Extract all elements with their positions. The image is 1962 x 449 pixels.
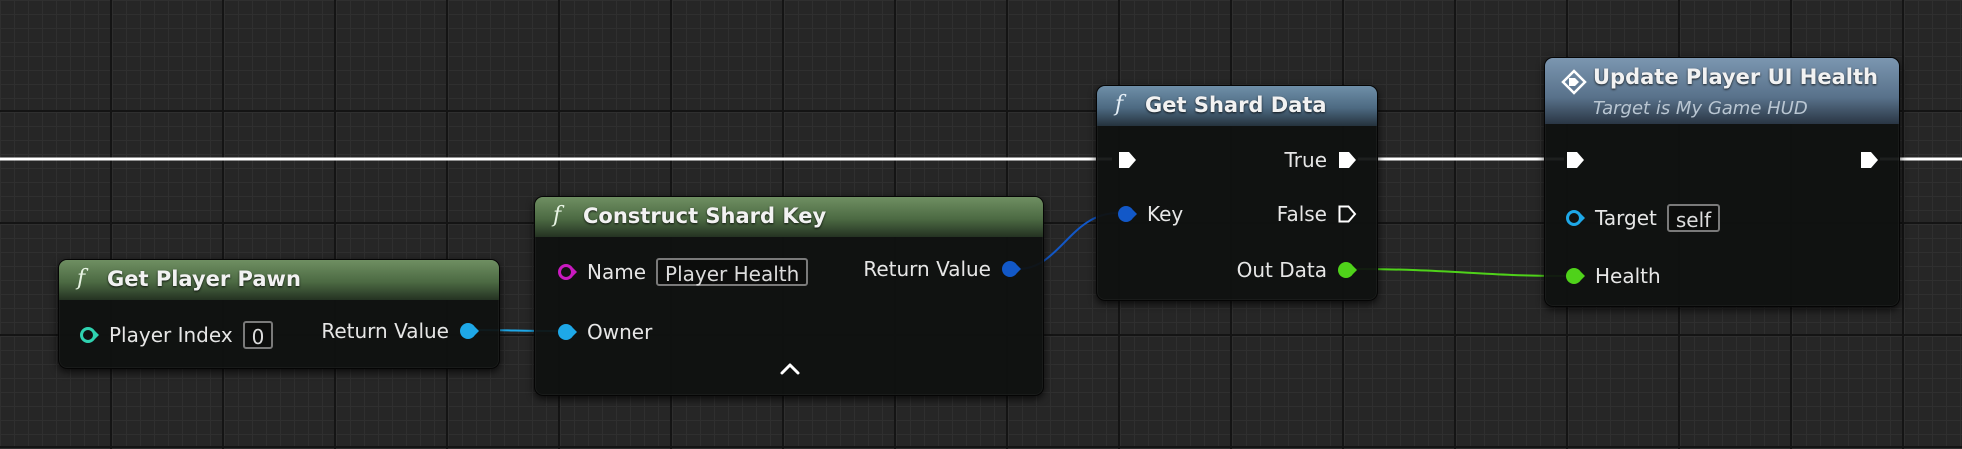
function-icon: f	[1115, 92, 1124, 117]
pin-row-exec-out	[1859, 145, 1879, 175]
node-title: Update Player UI Health	[1593, 65, 1878, 89]
integer-pin-icon[interactable]	[79, 325, 99, 345]
target-field[interactable]: self	[1666, 204, 1721, 232]
float-pin-icon[interactable]	[1337, 260, 1357, 280]
struct-pin-icon[interactable]	[1117, 204, 1137, 224]
float-pin-icon[interactable]	[1565, 266, 1585, 286]
player-index-field[interactable]: 0	[242, 321, 274, 349]
pin-row-target: Target self	[1565, 203, 1721, 233]
pin-row-return-value: Return Value	[863, 254, 1021, 284]
pin-row-health: Health	[1565, 261, 1661, 291]
pin-row-key: Key	[1117, 199, 1183, 229]
pin-label: Out Data	[1236, 258, 1327, 282]
pin-row-return-value: Return Value	[321, 316, 479, 346]
object-pin-icon[interactable]	[459, 321, 479, 341]
object-pin-icon[interactable]	[1565, 208, 1585, 228]
node-subtitle: Target is My Game HUD	[1593, 98, 1808, 119]
node-get-shard-data[interactable]: f Get Shard Data True Key False Out Data	[1096, 85, 1378, 301]
chevron-up-icon[interactable]	[775, 357, 805, 381]
exec-pin-icon[interactable]	[1565, 150, 1585, 170]
node-get-player-pawn[interactable]: f Get Player Pawn Player Index 0 Return …	[58, 259, 500, 369]
node-header[interactable]: f Construct Shard Key	[535, 197, 1043, 237]
pin-label: Owner	[587, 320, 653, 344]
node-construct-shard-key[interactable]: f Construct Shard Key Name Player Health…	[534, 196, 1044, 396]
exec-pin-icon[interactable]	[1337, 204, 1357, 224]
function-icon: f	[553, 203, 562, 228]
pin-row-owner: Owner	[557, 317, 652, 347]
exec-pin-icon[interactable]	[1859, 150, 1879, 170]
pin-label: Name	[587, 260, 647, 284]
function-icon: f	[77, 266, 86, 291]
name-pin-icon[interactable]	[557, 262, 577, 282]
pin-label: Return Value	[863, 257, 991, 281]
pin-row-false: False	[1277, 199, 1357, 229]
pin-label: Target	[1595, 206, 1657, 230]
object-pin-icon[interactable]	[557, 322, 577, 342]
pin-label: Health	[1595, 264, 1661, 288]
float-wire-health	[1351, 268, 1569, 277]
pin-row-out-data: Out Data	[1237, 255, 1357, 285]
pin-label: Key	[1147, 202, 1184, 226]
node-title: Get Shard Data	[1145, 93, 1327, 117]
event-diamond-icon	[1561, 69, 1587, 95]
pin-label: True	[1284, 148, 1327, 172]
name-field[interactable]: Player Health	[656, 258, 809, 286]
exec-pin-icon[interactable]	[1117, 150, 1137, 170]
node-title: Get Player Pawn	[107, 267, 301, 291]
pin-label: Return Value	[321, 319, 449, 343]
pin-row-exec-in	[1565, 145, 1585, 175]
pin-row-name: Name Player Health	[557, 257, 809, 287]
struct-pin-icon[interactable]	[1001, 259, 1021, 279]
node-header[interactable]: f Get Player Pawn	[59, 260, 499, 300]
pin-label: Player Index	[109, 323, 233, 347]
node-header[interactable]: Update Player UI Health Target is My Gam…	[1545, 58, 1899, 124]
exec-pin-icon[interactable]	[1337, 150, 1357, 170]
pin-row-exec-in	[1117, 145, 1137, 175]
node-update-player-ui-health[interactable]: Update Player UI Health Target is My Gam…	[1544, 57, 1900, 307]
node-header[interactable]: f Get Shard Data	[1097, 86, 1377, 126]
pin-label: False	[1276, 202, 1327, 226]
pin-row-player-index: Player Index 0	[79, 320, 274, 350]
node-title: Construct Shard Key	[583, 204, 827, 228]
pin-row-true: True	[1285, 145, 1357, 175]
